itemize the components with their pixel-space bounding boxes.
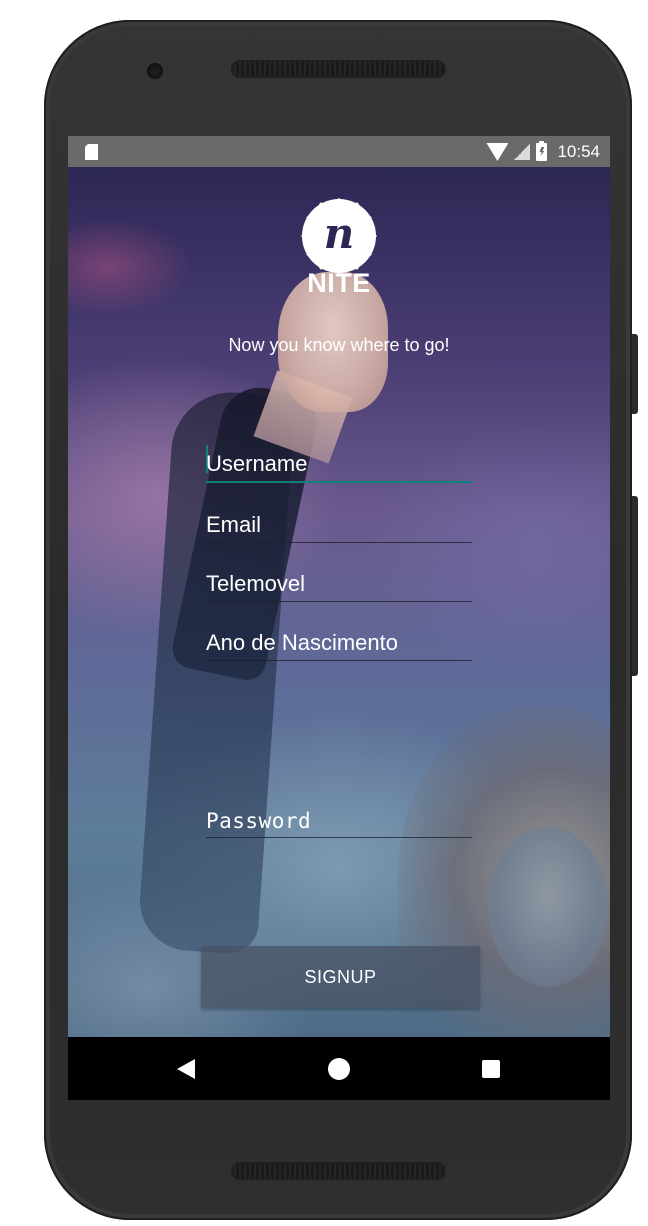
power-button — [632, 334, 638, 414]
logo-letter: n — [323, 209, 355, 258]
navigation-bar — [68, 1037, 610, 1100]
phone-screen: 10:54 n NITE Now you know where to go! U… — [68, 136, 610, 1100]
app-tagline: Now you know where to go! — [228, 335, 450, 355]
status-bar: 10:54 — [68, 136, 610, 167]
status-icons: 10:54 — [486, 141, 600, 163]
back-icon[interactable] — [177, 1059, 195, 1079]
username-input[interactable] — [206, 451, 472, 477]
front-camera — [147, 63, 163, 79]
email-input[interactable] — [206, 512, 472, 538]
phone-field[interactable] — [206, 561, 472, 602]
birth-year-field[interactable] — [206, 620, 472, 661]
email-field[interactable] — [206, 502, 472, 543]
app-logo-badge: n — [305, 202, 373, 270]
top-speaker-grille — [231, 60, 446, 78]
bottom-speaker-grille — [231, 1162, 446, 1180]
app-title: NITE — [307, 268, 371, 298]
recents-icon[interactable] — [482, 1060, 500, 1078]
sd-card-icon — [85, 144, 98, 160]
signup-button[interactable]: SIGNUP — [201, 946, 480, 1008]
phone-input[interactable] — [206, 571, 472, 597]
status-clock: 10:54 — [557, 142, 600, 161]
home-icon[interactable] — [328, 1058, 350, 1080]
wifi-icon — [486, 143, 509, 161]
password-input[interactable] — [206, 809, 472, 833]
battery-charging-icon — [536, 141, 548, 161]
volume-rocker — [632, 496, 638, 676]
password-field[interactable] — [206, 797, 472, 838]
birth-year-input[interactable] — [206, 630, 472, 656]
signup-screen: n NITE Now you know where to go! SIGNUP — [68, 167, 610, 1037]
username-field[interactable] — [206, 441, 472, 483]
background-photo-face — [488, 827, 608, 987]
signal-icon — [514, 144, 531, 160]
